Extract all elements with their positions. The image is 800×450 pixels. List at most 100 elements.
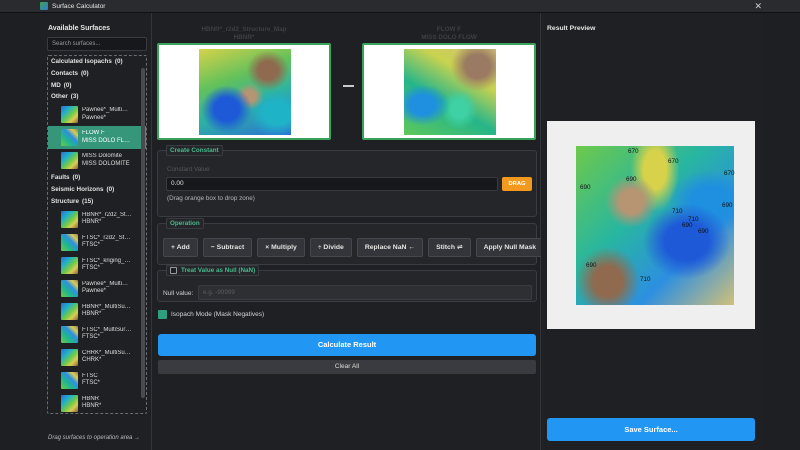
- clear-all-button[interactable]: Clear All: [158, 360, 536, 374]
- surface-list-item[interactable]: HBNR*_r2d2_St… HBNR*: [48, 208, 146, 231]
- create-constant-title: Create Constant: [166, 145, 223, 156]
- surface-thumbnail: [61, 394, 78, 412]
- tree-category-label: Other: [51, 93, 68, 101]
- surface-item-subtitle: Pawnee*: [82, 114, 107, 121]
- tree-category-count: (3): [70, 93, 79, 101]
- add-button[interactable]: + Add: [163, 238, 198, 257]
- tree-category-count: (0): [63, 81, 72, 89]
- subtract-button[interactable]: − Subtract: [202, 238, 253, 257]
- multiply-button[interactable]: × Multiply: [257, 238, 305, 257]
- surface-item-text: HBNR HBNR*: [82, 396, 101, 411]
- contour-label: 710: [640, 276, 651, 283]
- surface-b-drop-zone[interactable]: [362, 43, 536, 140]
- drag-button[interactable]: DRAG: [502, 177, 532, 191]
- treat-null-checkbox[interactable]: [170, 267, 177, 274]
- contour-label: 690: [682, 222, 693, 229]
- surface-item-name: FTSC*_kriging_…: [82, 257, 131, 264]
- surface-item-subtitle: MISS DOLO FL…: [82, 137, 131, 144]
- replace-nan-button[interactable]: Replace NaN ←: [356, 238, 424, 257]
- tree-category-label: Seismic Horizons: [51, 185, 104, 193]
- title-bar: Surface Calculator ✕: [0, 0, 800, 13]
- surface-item-subtitle: FTSC*: [82, 265, 100, 272]
- surface-thumbnail: [61, 233, 78, 251]
- surface-thumbnail: [61, 129, 78, 147]
- surfaces-heading: Available Surfaces: [48, 25, 110, 32]
- surface-list-item[interactable]: FTSC*_r2d2_St… FTSC*: [48, 231, 146, 254]
- tree-category-label: Calculated Isopachs: [51, 58, 112, 65]
- surface-list-item[interactable]: HBNR*_MultiSu… HBNR*: [48, 300, 146, 323]
- surface-list-item[interactable]: MISS Dolomite MISS DOLOMITE: [48, 149, 146, 172]
- surface-list-item[interactable]: CHRK*_MultiSu… CHRK*: [48, 346, 146, 369]
- null-value-label: Null value:: [163, 290, 194, 297]
- tree-category[interactable]: Other (3): [48, 91, 146, 103]
- surface-item-text: FTSC*_kriging_… FTSC*: [82, 258, 130, 273]
- surface-item-subtitle: FTSC*: [82, 242, 100, 249]
- constant-value-label: Constant Value: [167, 166, 210, 173]
- tree-category-count: (0): [72, 174, 81, 182]
- surface-thumbnail: [61, 279, 78, 297]
- stitch-button[interactable]: Stitch ⇌: [428, 238, 471, 257]
- null-value-section: Treat Value as Null (NaN) Null value: e.…: [157, 265, 537, 302]
- result-preview-frame: 670 670 670 690 710 690 690 690 690 710 690 710: [547, 121, 755, 329]
- close-icon[interactable]: ✕: [754, 1, 762, 12]
- save-surface-button[interactable]: Save Surface...: [547, 418, 755, 441]
- treat-null-toggle[interactable]: Treat Value as Null (NaN): [166, 265, 260, 277]
- tree-scrollbar[interactable]: [141, 68, 145, 398]
- tree-category[interactable]: Calculated Isopachs (0): [48, 56, 146, 68]
- surface-item-subtitle: HBNR*: [82, 311, 102, 318]
- operator-minus-icon: [343, 85, 354, 87]
- surface-b-label: FLOW F MISS DOLO FLOW: [421, 26, 477, 41]
- surface-list-item[interactable]: Pawnee*_Multi… Pawnee*: [48, 103, 146, 126]
- surface-item-subtitle: Pawnee*: [82, 288, 107, 295]
- tree-category[interactable]: Seismic Horizons (0): [48, 184, 146, 196]
- contour-label: 690: [626, 176, 637, 183]
- isopach-mode-toggle[interactable]: Isopach Mode (Mask Negatives): [158, 310, 264, 319]
- surface-list-item[interactable]: HBNR HBNR*: [48, 392, 146, 413]
- surface-list-item[interactable]: FTSC FTSC*: [48, 369, 146, 392]
- surface-item-name: HBNR: [82, 395, 100, 402]
- tree-category[interactable]: Faults (0): [48, 172, 146, 184]
- surface-item-name: MISS Dolomite: [82, 153, 123, 160]
- tree-category[interactable]: Contacts (0): [48, 68, 146, 80]
- surface-item-name: FLOW F: [82, 130, 105, 137]
- surface-list-item[interactable]: FTSC*_MultiSur… FTSC*: [48, 323, 146, 346]
- surface-tree[interactable]: Calculated Isopachs (0) Contacts (0) MD (0) Ot…: [47, 55, 147, 414]
- app-icon: [40, 2, 48, 10]
- surface-item-subtitle: HBNR*: [82, 403, 102, 410]
- isopach-mode-checkbox[interactable]: [158, 310, 167, 319]
- create-constant-section: Create Constant Constant Value 0.00 DRAG…: [157, 145, 537, 217]
- divide-button[interactable]: ÷ Divide: [309, 238, 352, 257]
- surface-thumbnail: [61, 325, 78, 343]
- tree-category-label: Faults: [51, 174, 70, 182]
- surface-list-item[interactable]: FLOW F MISS DOLO FL…: [48, 126, 146, 150]
- tree-category[interactable]: Structure (15): [48, 196, 146, 208]
- surface-thumbnail: [61, 371, 78, 389]
- result-map: 670 670 670 690 710 690 690 690 690 710 690 710: [576, 146, 735, 305]
- surface-item-text: FLOW F MISS DOLO FL…: [82, 130, 130, 145]
- tree-category-count: (15): [82, 197, 94, 205]
- surface-thumbnail: [61, 210, 78, 228]
- apply-null-mask-button[interactable]: Apply Null Mask: [475, 238, 545, 257]
- tree-category-label: Structure: [51, 197, 79, 205]
- null-value-input[interactable]: e.g. -99999: [198, 285, 532, 300]
- surface-a-label: HBNR*_r2d2_Structure_Map HBNR*: [201, 26, 287, 41]
- surface-item-subtitle: HBNR*: [82, 219, 102, 226]
- tree-category[interactable]: MD (0): [48, 80, 146, 92]
- surface-item-text: Pawnee*_Multi… Pawnee*: [82, 107, 128, 122]
- surface-item-name: HBNR*_MultiSu…: [82, 303, 131, 310]
- drag-orange-hint: (Drag orange box to drop zone): [167, 195, 255, 202]
- surface-a-drop-zone[interactable]: [157, 43, 331, 140]
- surface-item-subtitle: MISS DOLOMITE: [82, 160, 130, 167]
- surface-list-item[interactable]: Pawnee*_Multi… Pawnee*: [48, 277, 146, 300]
- calculate-result-button[interactable]: Calculate Result: [158, 334, 536, 356]
- surface-thumbnail: [61, 106, 78, 124]
- result-preview-panel: Result Preview 670 670 670 690 710 690 690 690 6…: [541, 13, 764, 450]
- isopach-mode-label: Isopach Mode (Mask Negatives): [171, 311, 265, 318]
- surface-item-name: HBNR*_r2d2_St…: [82, 211, 132, 218]
- surface-thumbnail: [61, 256, 78, 274]
- surface-thumbnail: [61, 152, 78, 170]
- constant-value-input[interactable]: 0.00: [166, 177, 498, 191]
- contour-label: 690: [580, 184, 591, 191]
- search-input[interactable]: Search surfaces...: [47, 37, 147, 51]
- surface-list-item[interactable]: FTSC*_kriging_… FTSC*: [48, 254, 146, 277]
